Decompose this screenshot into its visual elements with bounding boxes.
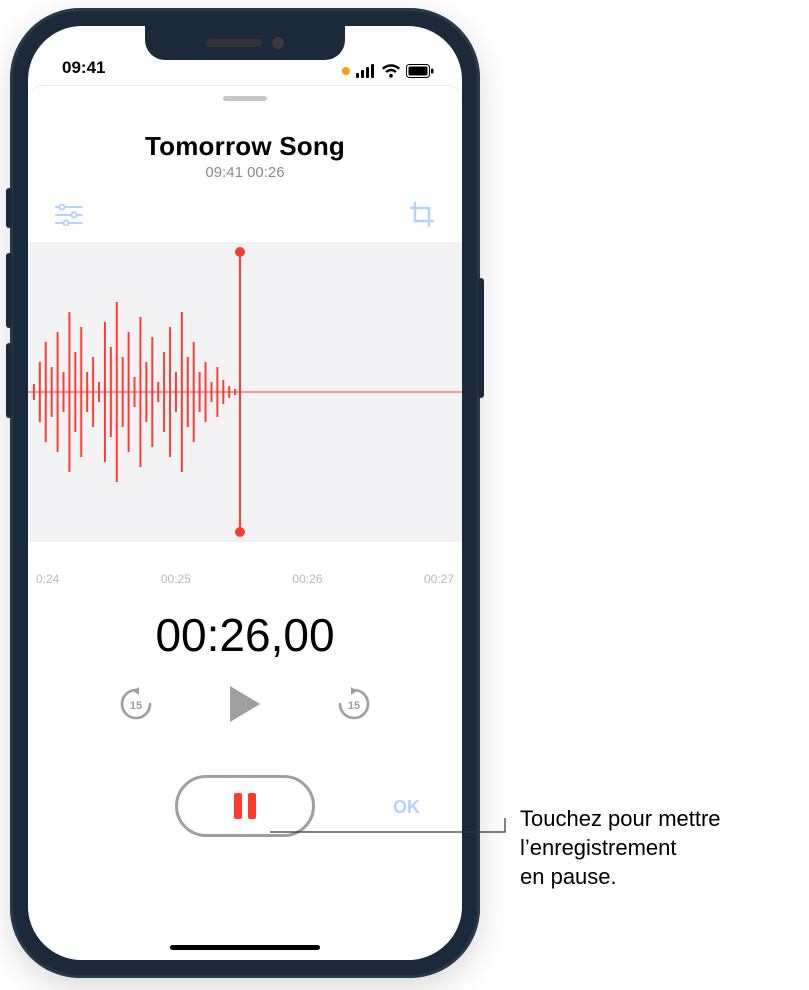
recording-subtitle: 09:41 00:26 <box>28 164 462 181</box>
screen: 09:41 <box>28 26 462 960</box>
pause-icon <box>234 793 256 819</box>
recording-indicator-dot <box>342 67 350 75</box>
home-indicator[interactable] <box>170 945 320 950</box>
playback-settings-icon[interactable] <box>54 204 84 231</box>
waveform <box>28 242 462 542</box>
waveform-track[interactable]: 0:24 00:25 00:26 00:27 <box>28 242 462 564</box>
playhead[interactable] <box>239 252 241 532</box>
skip-forward-15-button[interactable]: 15 <box>334 684 374 729</box>
battery-icon <box>406 64 434 78</box>
timecode-label: 00:25 <box>161 572 191 586</box>
silent-switch <box>6 188 12 228</box>
timecode-ruler: 0:24 00:25 00:26 00:27 <box>28 572 462 586</box>
svg-text:15: 15 <box>348 700 360 712</box>
svg-text:15: 15 <box>130 700 142 712</box>
recording-sheet: Tomorrow Song 09:41 00:26 <box>28 86 462 960</box>
timecode-label: 0:24 <box>36 572 59 586</box>
cellular-icon <box>356 64 376 78</box>
pause-record-button[interactable] <box>175 775 315 837</box>
timecode-label: 00:26 <box>292 572 322 586</box>
power-button <box>478 278 484 398</box>
timecode-label: 00:27 <box>424 572 454 586</box>
callout-text: Touchez pour mettre l’enregistrement en … <box>520 804 800 891</box>
volume-up-button <box>6 253 12 328</box>
recording-title[interactable]: Tomorrow Song <box>28 131 462 162</box>
wifi-icon <box>382 64 400 78</box>
skip-back-15-button[interactable]: 15 <box>116 684 156 729</box>
elapsed-time: 00:26,00 <box>28 608 462 662</box>
status-time: 09:41 <box>62 58 105 78</box>
play-button[interactable] <box>226 684 264 729</box>
volume-down-button <box>6 343 12 418</box>
notch <box>145 26 345 60</box>
iphone-frame: 09:41 <box>10 8 480 978</box>
done-button[interactable]: OK <box>393 797 420 818</box>
crop-icon[interactable] <box>408 201 436 234</box>
sheet-grabber[interactable] <box>223 96 267 101</box>
